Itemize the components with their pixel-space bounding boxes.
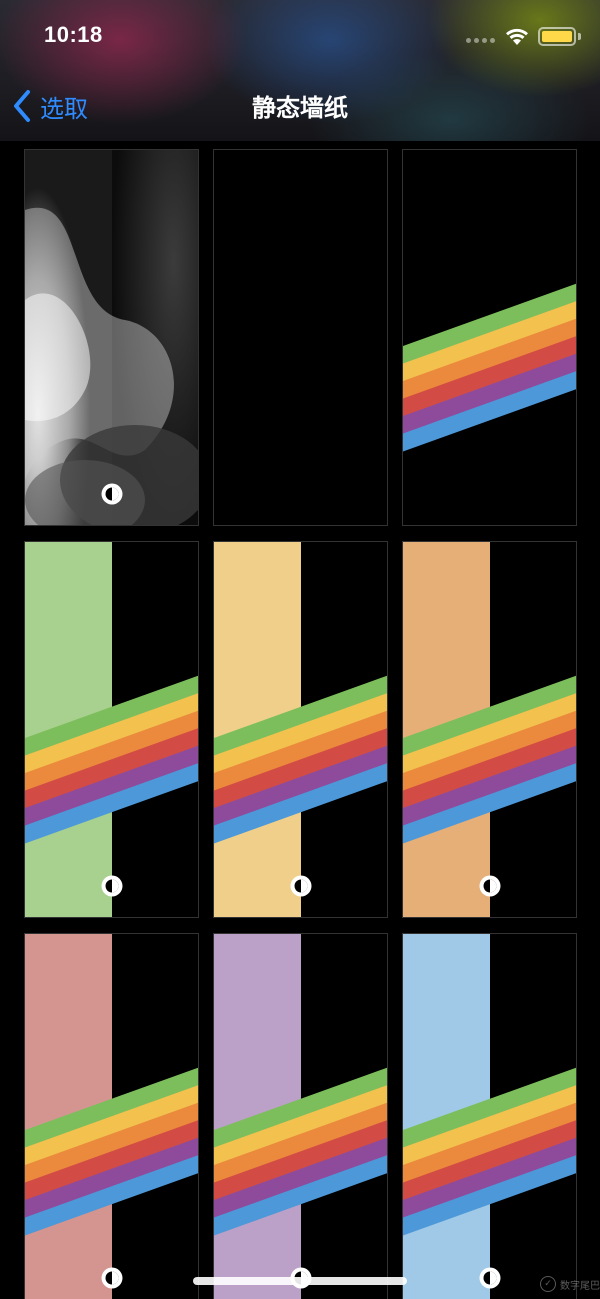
wallpaper-tile-rainbow-orange[interactable]: [402, 541, 577, 918]
wallpaper-preview: [214, 934, 387, 1299]
wallpaper-preview: [403, 934, 576, 1299]
watermark-text: 数字尾巴: [560, 1280, 600, 1292]
battery-icon: [538, 27, 576, 46]
wallpaper-preview: [25, 150, 198, 525]
wallpaper-tile-black[interactable]: [213, 149, 388, 526]
wallpaper-preview: [403, 542, 576, 917]
wallpaper-tile-rainbow-yellow[interactable]: [213, 541, 388, 918]
wallpaper-preview: [214, 542, 387, 917]
page-title: 静态墙纸: [252, 94, 348, 122]
wallpaper-preview: [214, 150, 387, 525]
wallpaper-preview: [25, 542, 198, 917]
status-time: 10:18: [44, 22, 103, 47]
wallpaper-tile-rainbow-blue[interactable]: [402, 933, 577, 1299]
appearance-toggle-icon: [479, 1267, 501, 1289]
wallpaper-tile-rainbow-on-black[interactable]: [402, 149, 577, 526]
wallpaper-preview: [25, 934, 198, 1299]
wallpaper-tile-rainbow-green[interactable]: [24, 541, 199, 918]
wallpaper-tile-rainbow-purple[interactable]: [213, 933, 388, 1299]
appearance-toggle-icon: [101, 875, 123, 897]
tail-logo-icon: ✓: [540, 1276, 556, 1292]
appearance-toggle-icon: [101, 483, 123, 505]
home-indicator[interactable]: [193, 1277, 407, 1285]
navigation-header: 10:18 选取 静态墙纸: [0, 0, 600, 141]
wifi-icon: [506, 28, 528, 45]
cellular-signal-icon: [466, 38, 495, 43]
appearance-toggle-icon: [290, 875, 312, 897]
wallpaper-tile-grayscale-abstract[interactable]: [24, 149, 199, 526]
appearance-toggle-icon: [101, 1267, 123, 1289]
wallpaper-tile-rainbow-pink[interactable]: [24, 933, 199, 1299]
wallpaper-preview: [403, 150, 576, 525]
watermark: ✓ 数字尾巴: [540, 1276, 600, 1292]
appearance-toggle-icon: [479, 875, 501, 897]
battery-tip: [578, 33, 581, 40]
